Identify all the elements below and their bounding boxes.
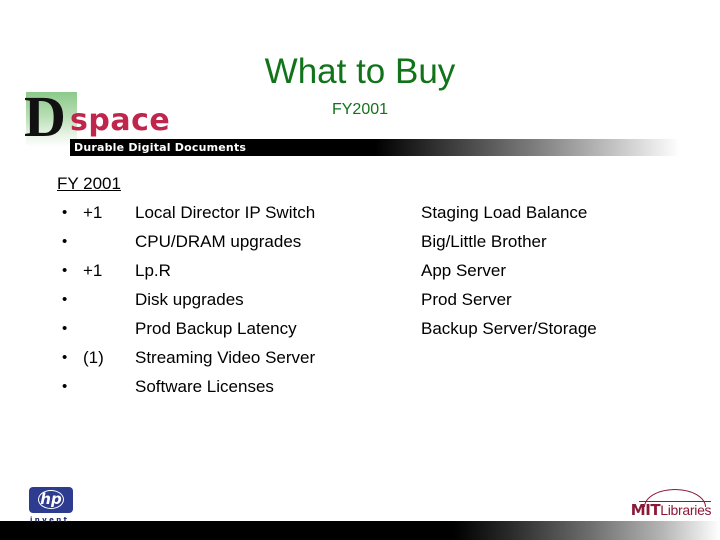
item-label: Lp.R <box>135 261 171 280</box>
bullet-icon: • <box>62 233 68 250</box>
hp-badge: hp <box>29 487 73 513</box>
dspace-wordmark: space <box>70 103 171 138</box>
bullet-icon: • <box>62 378 68 395</box>
list-item: • Prod Backup Latency <box>57 317 437 346</box>
bullet-icon: • <box>62 320 68 337</box>
hardware-target-list: Staging Load Balance Big/Little Brother … <box>421 201 701 346</box>
list-item: • Disk upgrades <box>57 288 437 317</box>
item-label: Disk upgrades <box>135 290 244 309</box>
item-label: Software Licenses <box>135 377 274 396</box>
list-item: • +1 Local Director IP Switch <box>57 201 437 230</box>
hp-letters: hp <box>40 490 62 508</box>
item-label: Prod Backup Latency <box>135 319 297 338</box>
page-title: What to Buy <box>264 52 456 91</box>
list-item: • (1) Streaming Video Server <box>57 346 437 375</box>
list-item: Big/Little Brother <box>421 232 547 251</box>
list-item: Prod Server <box>421 290 512 309</box>
item-quantity: +1 <box>83 203 103 222</box>
footer-bar <box>0 521 720 540</box>
list-item: • +1 Lp.R <box>57 259 437 288</box>
list-item: Backup Server/Storage <box>421 319 597 338</box>
mit-label: MIT <box>630 501 661 519</box>
bullet-icon: • <box>62 291 68 308</box>
item-quantity: +1 <box>83 261 103 280</box>
libraries-label: Libraries <box>660 502 712 518</box>
list-item: App Server <box>421 261 507 280</box>
purchase-bullet-list: • +1 Local Director IP Switch • CPU/DRAM… <box>57 201 437 404</box>
item-label: Local Director IP Switch <box>135 203 316 222</box>
list-item: • CPU/DRAM upgrades <box>57 230 437 259</box>
mit-libraries-logo: MITLibraries <box>628 489 714 521</box>
dspace-tagline-bar: Durable Digital Documents <box>70 139 680 156</box>
dspace-logo: D space Durable Digital Documents <box>20 88 680 157</box>
item-quantity: (1) <box>83 348 104 367</box>
section-heading: FY 2001 <box>57 174 121 193</box>
hp-logo: hp invent <box>29 487 81 529</box>
item-label: CPU/DRAM upgrades <box>135 232 302 251</box>
hp-tagline: invent <box>30 516 70 524</box>
mit-wordmark: MITLibraries <box>628 502 714 519</box>
item-label: Streaming Video Server <box>135 348 316 367</box>
dspace-tagline-text: Durable Digital Documents <box>74 141 247 154</box>
list-item: Staging Load Balance <box>421 203 588 222</box>
list-item: • Software Licenses <box>57 375 437 404</box>
bullet-icon: • <box>62 262 68 279</box>
bullet-icon: • <box>62 204 68 221</box>
dspace-letter-d: D <box>24 84 66 149</box>
bullet-icon: • <box>62 349 68 366</box>
